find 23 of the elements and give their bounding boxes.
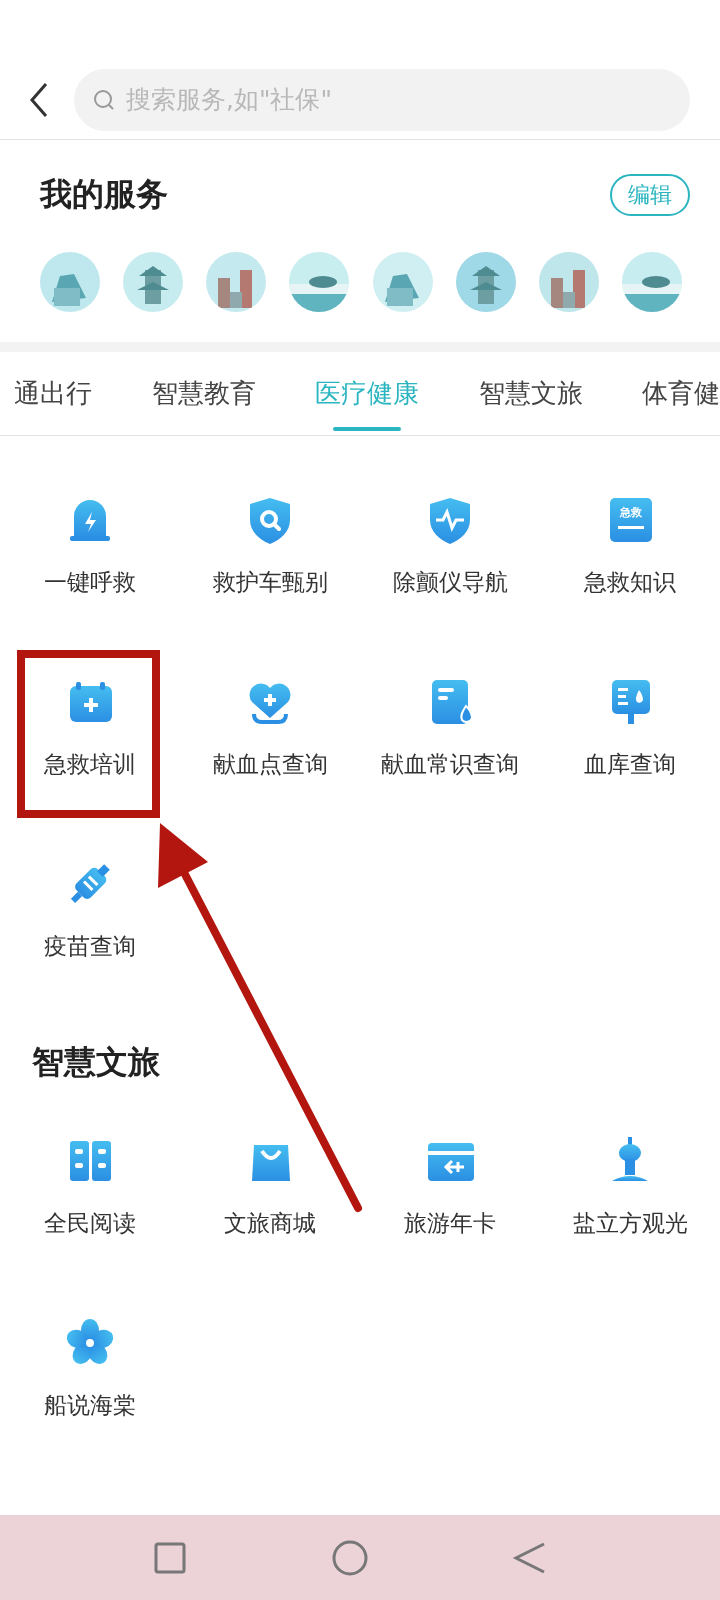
service-label[interactable]: 盐立方观光 <box>555 1207 705 1239</box>
service-label[interactable]: 疫苗查询 <box>15 930 165 962</box>
service-label[interactable]: 急救培训 <box>15 748 165 780</box>
service-label[interactable]: 除颤仪导航 <box>375 566 525 598</box>
category-tab[interactable]: 智慧文旅 <box>478 352 583 435</box>
service-label[interactable]: 文旅商城 <box>195 1207 345 1239</box>
category-tab[interactable]: 智慧教育 <box>151 352 256 435</box>
service-label[interactable]: 旅游年卡 <box>375 1207 525 1239</box>
service-label[interactable]: 全民阅读 <box>15 1207 165 1239</box>
search-input[interactable]: 搜索服务,如"社保" <box>124 84 672 115</box>
service-label[interactable]: 船说海棠 <box>15 1389 165 1421</box>
section-title: 智慧文旅 <box>31 1042 161 1083</box>
category-tab[interactable]: 通出行 <box>14 352 92 435</box>
section-title: 我的服务 <box>40 174 168 215</box>
service-label[interactable]: 血库查询 <box>555 748 705 780</box>
service-label[interactable]: 一键呼救 <box>15 566 165 598</box>
service-label[interactable]: 救护车甄别 <box>195 566 345 598</box>
service-label[interactable]: 急救知识 <box>555 566 705 598</box>
service-label[interactable]: 献血常识查询 <box>375 748 525 780</box>
search-icon <box>92 87 116 112</box>
search-field[interactable]: 搜索服务,如"社保" <box>74 68 690 131</box>
service-label[interactable]: 献血点查询 <box>195 748 345 780</box>
category-tab[interactable]: 体育健 <box>642 352 720 435</box>
